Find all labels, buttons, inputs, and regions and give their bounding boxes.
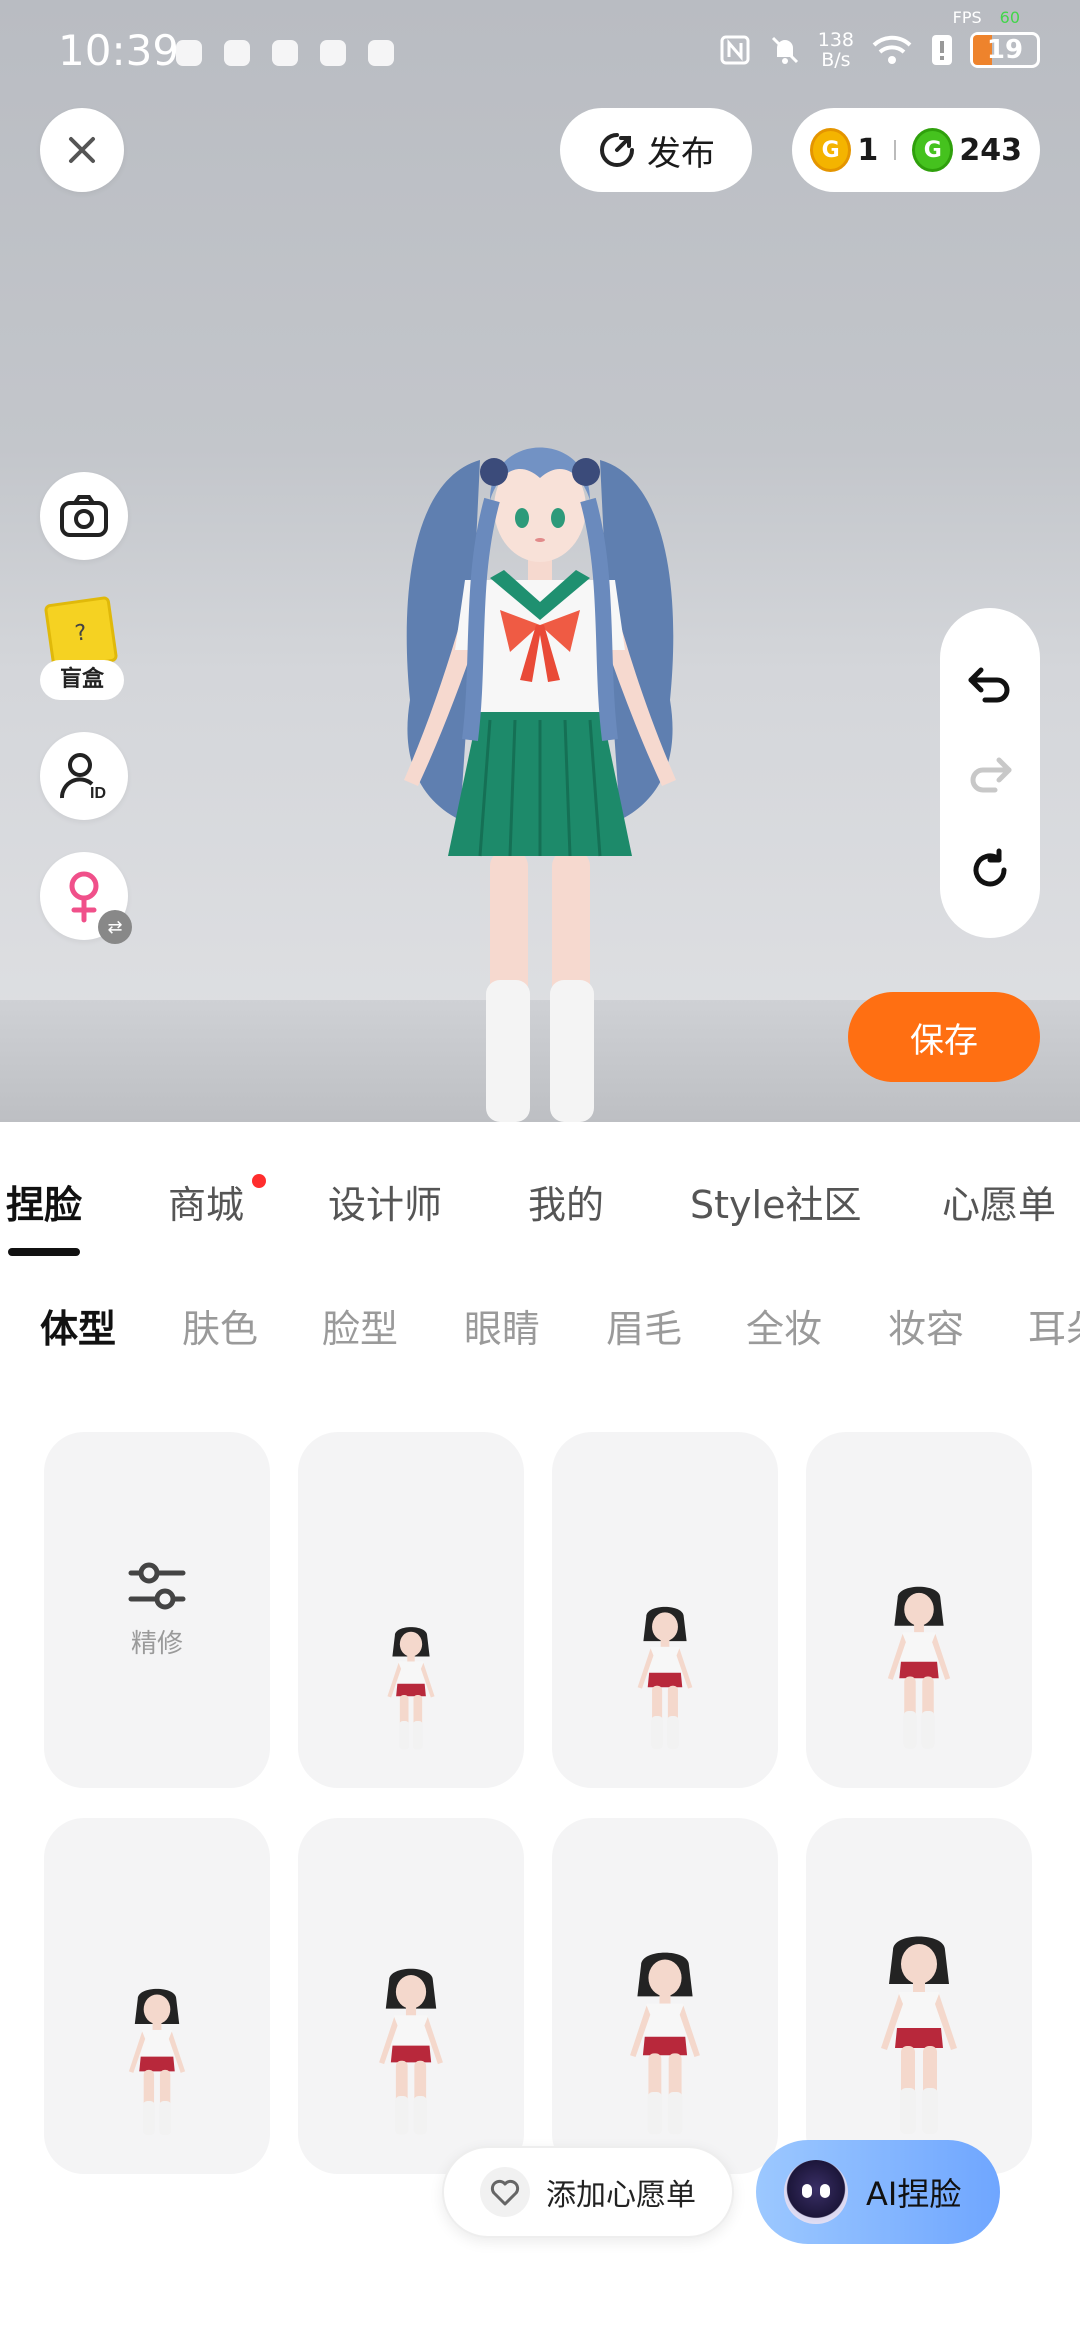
undo-button[interactable] (940, 644, 1040, 724)
avatar-id-icon: ID (59, 753, 106, 802)
gold-coin-count: 1 (857, 132, 879, 168)
shop-badge (252, 1174, 266, 1188)
fps-indicator: FPS 60 (953, 8, 1020, 27)
publish-button[interactable]: 发布 (560, 108, 752, 192)
subtab-eyebrows[interactable]: 眉毛 (606, 1298, 682, 1353)
camera-icon (60, 495, 108, 537)
avatar-stage[interactable]: 10:39 FPS 60 138 B/s 19 发布 G 1 G 243 ? 盲… (0, 0, 1080, 1122)
redo-icon (970, 757, 1012, 793)
publish-label: 发布 (647, 133, 715, 174)
ai-avatar-icon (784, 2160, 848, 2224)
save-button[interactable]: 保存 (848, 992, 1040, 1082)
undo-icon (968, 667, 1010, 703)
subtab-makeup[interactable]: 妆容 (888, 1298, 964, 1353)
network-speed-value: 138 (817, 29, 854, 51)
subtab-body-type[interactable]: 体型 (40, 1298, 116, 1353)
sub-tabs: 体型 肤色 脸型 眼睛 眉毛 全妆 妆容 耳朵 (0, 1298, 1080, 1358)
add-wishlist-button[interactable]: 添加心愿单 (442, 2146, 734, 2238)
blindbox-button[interactable]: ? 盲盒 (38, 595, 128, 700)
sliders-icon (128, 1562, 186, 1609)
subtab-skin-color[interactable]: 肤色 (182, 1298, 258, 1353)
nfc-icon (720, 35, 750, 65)
body-type-option[interactable] (552, 1432, 778, 1788)
wishlist-label: 添加心愿单 (546, 2178, 696, 2213)
refine-card[interactable]: 精修 (44, 1432, 270, 1788)
wifi-icon (872, 35, 912, 64)
mute-bell-icon (771, 36, 798, 64)
avatar-id-button[interactable]: ID (40, 732, 128, 820)
reset-icon (973, 848, 1007, 887)
body-type-figure (379, 1968, 443, 2135)
green-coin-icon: G (912, 128, 954, 172)
battery-level: 19 (986, 35, 1024, 65)
status-time: 10:39 (58, 26, 180, 75)
alert-icon (932, 35, 952, 65)
heart-icon (480, 2167, 530, 2217)
green-coin-count: 243 (959, 132, 1023, 168)
system-icons: 138 B/s 19 (718, 30, 1040, 70)
subtab-eyes[interactable]: 眼睛 (464, 1298, 540, 1353)
tab-style-community[interactable]: Style社区 (690, 1174, 861, 1229)
subtab-ears[interactable]: 耳朵 (1028, 1298, 1080, 1353)
publish-icon (600, 133, 634, 167)
body-type-option[interactable] (806, 1432, 1032, 1788)
tab-designer[interactable]: 设计师 (328, 1174, 442, 1229)
editor-panel: 捏脸 商城 设计师 我的 Style社区 心愿单 体型 肤色 脸型 眼睛 眉毛 … (0, 1122, 1080, 2340)
close-button[interactable] (40, 108, 124, 192)
network-speed: 138 B/s (818, 30, 854, 70)
notification-icon (224, 40, 250, 66)
body-type-option[interactable] (298, 1818, 524, 2174)
avatar-character[interactable] (340, 420, 740, 1122)
ai-face-button[interactable]: AI捏脸 (756, 2140, 1000, 2244)
main-tabs: 捏脸 商城 设计师 我的 Style社区 心愿单 (0, 1174, 1080, 1256)
body-type-figure (128, 1988, 186, 2136)
body-type-figure (887, 1586, 951, 1749)
tab-face[interactable]: 捏脸 (6, 1174, 82, 1229)
body-type-figure (387, 1627, 435, 1750)
ai-face-label: AI捏脸 (866, 2175, 962, 2213)
body-type-option[interactable] (298, 1432, 524, 1788)
body-type-option[interactable] (806, 1818, 1032, 2174)
fps-value: 60 (999, 8, 1020, 27)
tab-mine[interactable]: 我的 (528, 1174, 604, 1229)
fps-label: FPS (952, 8, 982, 27)
body-type-option[interactable] (552, 1818, 778, 2174)
tab-shop[interactable]: 商城 (168, 1174, 244, 1229)
notification-icon (272, 40, 298, 66)
blindbox-label: 盲盒 (40, 660, 124, 700)
body-type-figure (637, 1606, 693, 1750)
body-type-option[interactable] (44, 1818, 270, 2174)
active-tab-indicator (8, 1248, 80, 1256)
female-icon (69, 871, 99, 923)
camera-button[interactable] (40, 472, 128, 560)
notification-icon (176, 40, 202, 66)
subtab-face-shape[interactable]: 脸型 (322, 1298, 398, 1353)
body-type-figure (630, 1952, 700, 2135)
notification-icons (176, 40, 394, 66)
notification-icon (368, 40, 394, 66)
battery-indicator: 19 (970, 32, 1040, 68)
redo-button[interactable] (940, 734, 1040, 814)
avatar-id-text: ID (90, 785, 106, 802)
gender-switch-button[interactable]: ⇄ (40, 852, 132, 944)
notification-icon (320, 40, 346, 66)
subtab-full-makeup[interactable]: 全妆 (746, 1298, 822, 1353)
tab-wishlist[interactable]: 心愿单 (942, 1174, 1056, 1229)
reset-button[interactable] (940, 830, 1040, 910)
blindbox-mark: ? (73, 620, 89, 647)
swap-icon: ⇄ (98, 910, 132, 944)
gold-coin-icon: G (810, 128, 852, 172)
currency-display[interactable]: G 1 G 243 (792, 108, 1040, 192)
status-bar: 10:39 FPS 60 138 B/s 19 (0, 0, 1080, 100)
edit-history-panel (940, 608, 1040, 938)
refine-label: 精修 (130, 1628, 183, 1659)
close-icon (69, 137, 95, 163)
currency-divider (894, 140, 897, 160)
network-speed-unit: B/s (821, 49, 851, 71)
body-type-figure (881, 1936, 957, 2134)
